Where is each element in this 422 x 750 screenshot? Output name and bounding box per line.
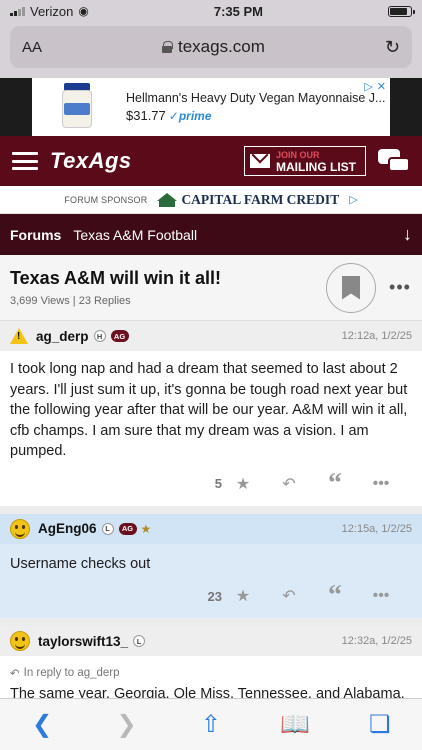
post: AgEng06 L AG ★ 12:15a, 1/2/25 Username c…: [0, 513, 422, 618]
sponsor-label: FORUM SPONSOR: [64, 194, 148, 205]
more-options-icon[interactable]: •••: [388, 277, 412, 298]
url-field[interactable]: texags.com: [161, 37, 265, 57]
breadcrumb-forums[interactable]: Forums: [10, 227, 61, 243]
hamburger-menu-icon[interactable]: [12, 152, 38, 170]
reply-icon[interactable]: ↶: [266, 474, 312, 494]
post-time: 12:32a, 1/2/25: [341, 635, 412, 647]
reply-to-line[interactable]: ↶ In reply to ag_derp: [0, 656, 422, 680]
thread-title: Texas A&M will win it all!: [10, 268, 222, 288]
smiley-avatar-icon: [10, 518, 30, 539]
signal-icon: [10, 6, 25, 16]
address-bar[interactable]: AA texags.com ↻: [10, 26, 412, 68]
thread-header: Texas A&M will win it all! 3,699 Views |…: [0, 255, 422, 321]
adchoices-icon[interactable]: ▷: [349, 193, 357, 206]
post-time: 12:12a, 1/2/25: [341, 330, 412, 342]
post-body: Username checks out: [0, 543, 422, 574]
post-username[interactable]: ag_derp: [36, 329, 89, 344]
reload-icon[interactable]: ↻: [385, 37, 400, 58]
star-icon[interactable]: ★: [220, 474, 266, 494]
product-image: [54, 81, 112, 133]
ad-row: Hellmann's Heavy Duty Vegan Mayonnaise J…: [0, 78, 422, 136]
bookmarks-icon[interactable]: 📖: [275, 710, 315, 739]
battery-icon: [388, 5, 415, 17]
user-badge: H: [93, 330, 106, 342]
ad-product-name: Hellmann's Heavy Duty Vegan Mayonnaise J…: [126, 91, 386, 105]
tabs-icon[interactable]: ❏: [360, 710, 400, 739]
post-separator: [0, 618, 422, 626]
bookmark-icon: [342, 275, 360, 300]
chat-icon[interactable]: [378, 149, 410, 173]
quote-icon[interactable]: “: [312, 582, 358, 610]
forward-icon[interactable]: ❯: [107, 710, 147, 739]
post-header: AgEng06 L AG ★ 12:15a, 1/2/25: [0, 513, 422, 544]
post-username[interactable]: AgEng06: [38, 521, 97, 536]
post-body: I took long nap and had a dream that see…: [10, 361, 408, 459]
ag-badge: AG: [118, 522, 137, 535]
url-text: texags.com: [177, 37, 265, 56]
reply-icon[interactable]: ↶: [266, 586, 312, 606]
lock-icon: [161, 41, 173, 53]
status-bar: Verizon ◉ 7:35 PM: [0, 0, 422, 22]
post-separator: [0, 505, 422, 514]
bookmark-button[interactable]: [326, 262, 376, 313]
ad-banner[interactable]: Hellmann's Heavy Duty Vegan Mayonnaise J…: [32, 78, 390, 136]
ad-price: $31.77: [126, 108, 166, 123]
safari-address-area: AA texags.com ↻: [0, 22, 422, 78]
wifi-icon: ◉: [78, 4, 89, 18]
post-username[interactable]: taylorswift13_: [38, 634, 128, 649]
barn-icon: [157, 192, 178, 207]
prime-logo: ✓prime: [168, 109, 212, 123]
envelope-icon: [250, 154, 270, 168]
reply-arrow-icon: ↶: [10, 668, 20, 680]
smiley-avatar-icon: [10, 631, 30, 651]
post-time: 12:15a, 1/2/25: [341, 522, 412, 535]
post-actions: 5 ★ ↶ “ •••: [0, 462, 422, 506]
user-badge: L: [133, 635, 146, 647]
gold-star-icon: ★: [140, 521, 152, 536]
post-header: taylorswift13_ L 12:32a, 1/2/25: [0, 626, 422, 656]
forum-breadcrumb: Forums Texas A&M Football ↓: [0, 214, 422, 255]
safari-toolbar: ❮ ❯ ⇧ 📖 ❏: [0, 698, 422, 750]
thread-meta: 3,699 Views | 23 Replies: [10, 295, 131, 307]
quote-icon[interactable]: “: [312, 469, 358, 497]
post-header: ag_derp H AG 12:12a, 1/2/25: [0, 321, 422, 351]
carrier-label: Verizon: [30, 3, 74, 19]
ag-badge: AG: [110, 330, 129, 342]
forum-sponsor-bar[interactable]: FORUM SPONSOR CAPITAL FARM CREDIT ▷: [0, 186, 422, 214]
share-icon[interactable]: ⇧: [191, 710, 231, 739]
more-icon[interactable]: •••: [358, 587, 404, 605]
post-actions: 23 ★ ↶ “ •••: [0, 574, 422, 618]
breadcrumb-forum[interactable]: Texas A&M Football: [73, 227, 197, 243]
mailing-list-label: MAILING LIST: [276, 160, 356, 174]
warning-icon: [10, 328, 28, 344]
more-icon[interactable]: •••: [358, 475, 404, 493]
star-icon[interactable]: ★: [220, 586, 266, 606]
reply-to-text: In reply to ag_derp: [23, 667, 120, 679]
site-header: TexAgs JOIN OUR MAILING LIST: [0, 136, 422, 186]
back-icon[interactable]: ❮: [22, 710, 62, 739]
reader-settings-button[interactable]: AA: [22, 39, 42, 56]
post: ag_derp H AG 12:12a, 1/2/25 I took long …: [0, 321, 422, 506]
sponsor-logo: CAPITAL FARM CREDIT: [157, 192, 339, 208]
adchoices-icon[interactable]: ▷: [364, 80, 372, 93]
texags-logo[interactable]: TexAgs: [50, 148, 132, 174]
status-time: 7:35 PM: [213, 3, 263, 19]
mailing-list-button[interactable]: JOIN OUR MAILING LIST: [244, 146, 366, 176]
ad-close-icon[interactable]: ✕: [377, 80, 386, 93]
user-badge: L: [101, 522, 114, 535]
jump-down-icon[interactable]: ↓: [403, 224, 412, 245]
